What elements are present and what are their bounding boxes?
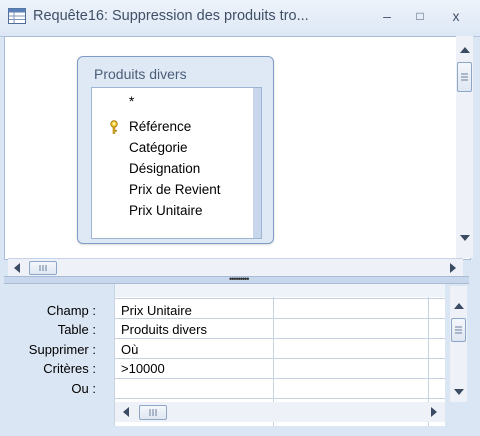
row-label-ou: Ou : [71,381,96,396]
pane-splitter[interactable]: ••••••••• [4,274,469,284]
key-icon [110,120,118,134]
close-button[interactable]: x [445,5,467,27]
scroll-down-icon[interactable] [451,384,467,400]
scroll-thumb[interactable] [457,62,472,92]
field-item[interactable]: Référence [129,119,191,134]
grid-vertical-scrollbar[interactable] [450,286,467,402]
row-label-table: Table : [57,322,96,337]
scroll-right-icon[interactable] [425,404,441,420]
cell-champ[interactable]: Prix Unitaire [121,303,192,318]
row-label-criteres: Critères : [43,361,96,376]
row-label-champ: Champ : [46,303,96,318]
scroll-up-icon[interactable] [451,298,467,314]
field-list-scrollbar[interactable] [253,88,261,238]
table-name[interactable]: Produits divers [94,66,187,82]
scroll-thumb[interactable] [451,318,466,342]
grid-horizontal-scrollbar[interactable] [115,402,445,422]
scroll-thumb[interactable] [29,261,57,275]
title-bar: Requête16: Suppression des produits tro.… [0,0,480,37]
minimize-button[interactable]: – [376,5,398,27]
field-item[interactable]: * [129,94,134,109]
table-field-list[interactable]: Produits divers * Référence Catégorie Dé… [77,56,274,244]
field-item[interactable]: Prix de Revient [129,182,221,197]
scroll-right-icon[interactable] [444,260,460,276]
column-selector[interactable] [115,284,445,297]
splitter-grip-icon[interactable]: ••••••••• [229,274,249,284]
scroll-left-icon[interactable] [10,260,26,276]
design-vertical-scrollbar[interactable] [456,36,473,258]
window-title: Requête16: Suppression des produits tro.… [33,8,309,24]
cell-supprimer[interactable]: Où [121,342,138,357]
field-item[interactable]: Désignation [129,161,200,176]
field-list: * Référence Catégorie Désignation Prix d… [91,87,262,239]
cell-criteres[interactable]: >10000 [121,361,165,376]
scroll-left-icon[interactable] [119,404,135,420]
cell-table[interactable]: Produits divers [121,322,207,337]
row-label-supprimer: Supprimer : [28,342,96,357]
scroll-down-icon[interactable] [457,230,473,246]
scroll-up-icon[interactable] [457,42,473,58]
field-item[interactable]: Catégorie [129,140,188,155]
query-icon [8,8,26,24]
restore-button[interactable]: □ [409,5,431,27]
design-grid: Champ : Table : Supprimer : Critères : O… [4,284,469,432]
field-item[interactable]: Prix Unitaire [129,203,203,218]
scroll-thumb[interactable] [139,405,167,420]
